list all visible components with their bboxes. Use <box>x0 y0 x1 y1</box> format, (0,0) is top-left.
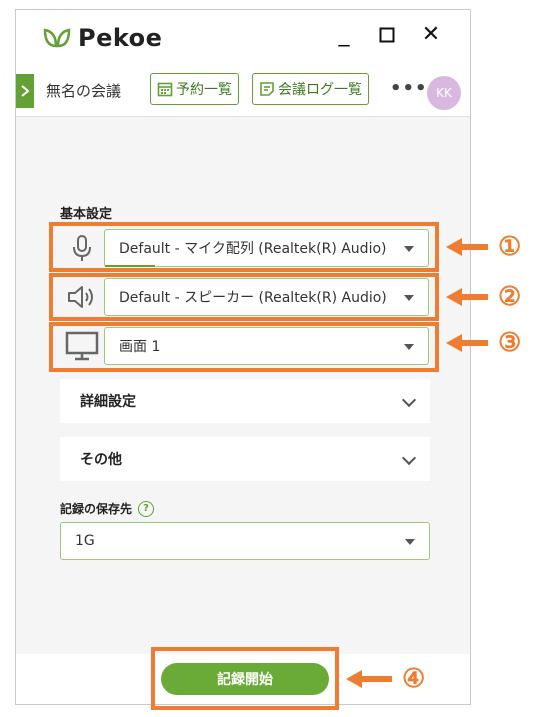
arrow-left-icon <box>346 670 362 688</box>
save-location-heading: 記録の保存先 ? <box>60 500 155 517</box>
marker-4: ④ <box>402 664 426 694</box>
marker-1: ① <box>498 232 522 262</box>
marker-3: ③ <box>498 328 522 358</box>
meeting-log-label: 会議ログ一覧 <box>278 82 362 98</box>
annotation-3: ③ <box>446 328 521 358</box>
annotation-4: ④ <box>346 664 425 694</box>
arrow-shaft <box>362 676 392 682</box>
calendar-icon <box>157 82 173 97</box>
arrow-left-icon <box>446 334 462 352</box>
arrow-left-icon <box>446 288 462 306</box>
highlight-box-2 <box>49 273 439 321</box>
arrow-shaft <box>462 244 488 250</box>
arrow-shaft <box>462 294 488 300</box>
marker-2: ② <box>498 282 522 312</box>
meeting-title[interactable]: 無名の会議 <box>46 80 121 101</box>
chevron-down-icon <box>401 392 417 408</box>
sidebar-toggle[interactable] <box>16 74 34 108</box>
annotation-1: ① <box>446 232 521 262</box>
other-settings-accordion[interactable]: その他 <box>60 437 430 481</box>
reservations-label: 予約一覧 <box>176 82 232 98</box>
minimize-button[interactable]: _ <box>331 22 357 48</box>
arrow-shaft <box>462 340 488 346</box>
close-button[interactable]: ✕ <box>418 22 444 48</box>
maximize-icon <box>379 27 395 43</box>
highlight-box-1 <box>49 222 439 272</box>
chevron-down-icon <box>401 450 417 466</box>
maximize-button[interactable] <box>374 22 400 50</box>
save-location-value: 1G <box>75 533 95 549</box>
note-icon <box>260 82 274 96</box>
save-location-select[interactable]: 1G <box>60 522 430 560</box>
advanced-settings-label: 詳細設定 <box>80 394 136 410</box>
save-location-label: 記録の保存先 <box>60 502 133 516</box>
chevron-right-icon <box>21 85 29 97</box>
help-icon[interactable]: ? <box>138 500 155 517</box>
other-settings-label: その他 <box>80 452 122 468</box>
annotation-2: ② <box>446 282 521 312</box>
chevron-down-icon <box>405 539 415 545</box>
highlight-box-3 <box>49 322 439 372</box>
highlight-box-4 <box>151 647 339 710</box>
leaf-logo-icon <box>43 28 71 48</box>
basic-settings-heading: 基本設定 <box>60 207 113 222</box>
avatar[interactable]: KK <box>427 76 461 110</box>
app-logo: Pekoe <box>42 24 162 52</box>
arrow-left-icon <box>446 238 462 256</box>
title-bar: Pekoe _ ✕ <box>16 10 470 66</box>
app-name: Pekoe <box>78 24 163 52</box>
advanced-settings-accordion[interactable]: 詳細設定 <box>60 379 430 423</box>
meeting-log-button[interactable]: 会議ログ一覧 <box>252 73 369 105</box>
meeting-toolbar: 無名の会議 予約一覧 会議ログ一覧 ••• KK <box>16 66 470 117</box>
more-options-button[interactable]: ••• <box>390 80 428 98</box>
reservations-button[interactable]: 予約一覧 <box>150 73 239 105</box>
